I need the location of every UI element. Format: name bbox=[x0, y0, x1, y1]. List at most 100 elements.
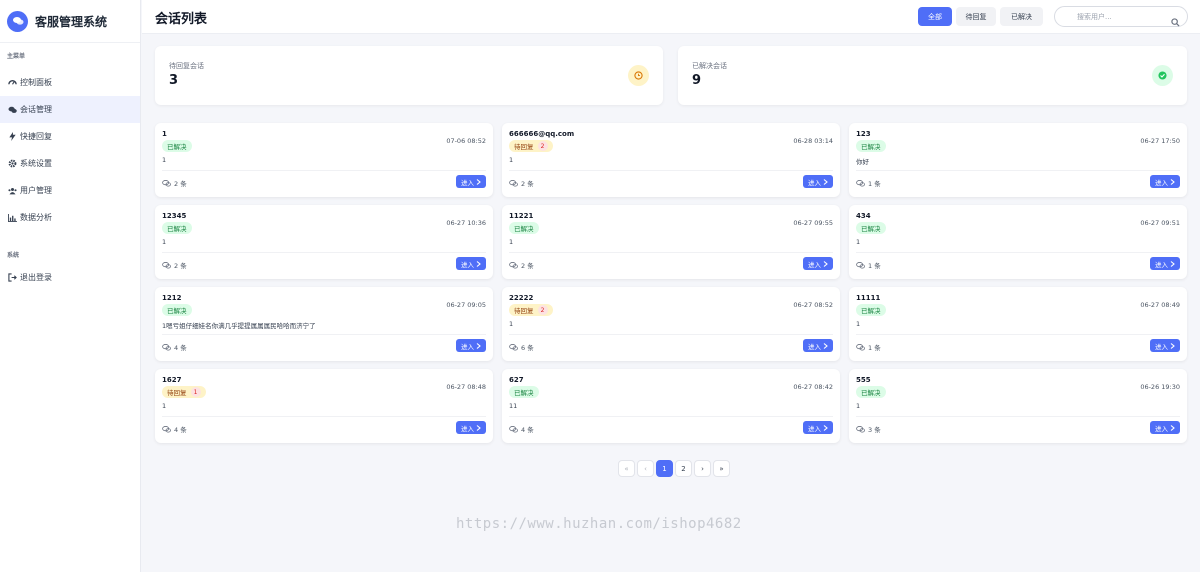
enter-session-button[interactable]: 进入 bbox=[456, 257, 486, 270]
session-card[interactable]: 22222 06-27 08:52 待回复 2 1 6 条 进入 bbox=[502, 287, 840, 361]
sidebar-item-dashboard[interactable]: 控制面板 bbox=[0, 69, 140, 96]
session-card[interactable]: 11111 06-27 08:49 已解决 1 1 条 进入 bbox=[849, 287, 1187, 361]
message-count-icon bbox=[856, 179, 865, 187]
session-card[interactable]: 11221 06-27 09:55 已解决 1 2 条 进入 bbox=[502, 205, 840, 279]
app-title: 客服管理系统 bbox=[35, 14, 108, 29]
enter-session-button[interactable]: 进入 bbox=[1150, 339, 1180, 352]
enter-session-button[interactable]: 进入 bbox=[803, 257, 833, 270]
prev-page-button[interactable]: ‹ bbox=[637, 460, 654, 477]
chevron-right-icon bbox=[1170, 260, 1175, 267]
enter-session-button[interactable]: 进入 bbox=[803, 175, 833, 188]
session-card[interactable]: 434 06-27 09:51 已解决 1 1 条 进入 bbox=[849, 205, 1187, 279]
chevron-right-icon bbox=[823, 424, 828, 431]
enter-session-button[interactable]: 进入 bbox=[1150, 257, 1180, 270]
message-count-text: 1 条 bbox=[868, 180, 881, 188]
last-message: 1 bbox=[162, 402, 167, 410]
enter-session-button[interactable]: 进入 bbox=[1150, 175, 1180, 188]
message-count-text: 6 条 bbox=[521, 344, 534, 352]
main-menu-label: 主菜单 bbox=[7, 53, 26, 60]
message-count-text: 2 条 bbox=[521, 262, 534, 270]
message-count-text: 4 条 bbox=[174, 344, 187, 352]
message-count-icon bbox=[509, 343, 518, 351]
message-count: 2 条 bbox=[509, 260, 534, 270]
enter-session-button[interactable]: 进入 bbox=[803, 421, 833, 434]
message-count-icon bbox=[162, 261, 171, 269]
chevron-right-icon bbox=[476, 424, 481, 431]
enter-label: 进入 bbox=[461, 178, 474, 187]
search-input[interactable]: 搜索用户... bbox=[1054, 6, 1188, 27]
sidebar-item-label: 系统设置 bbox=[20, 159, 52, 168]
message-count-text: 2 条 bbox=[521, 180, 534, 188]
bolt-icon bbox=[8, 132, 17, 141]
session-card[interactable]: 123 06-27 17:50 已解决 你好 1 条 进入 bbox=[849, 123, 1187, 197]
message-count-text: 2 条 bbox=[174, 262, 187, 270]
resolved-stat-label: 已解决会话 bbox=[692, 62, 727, 70]
status-text: 已解决 bbox=[861, 143, 881, 151]
sidebar-item-settings[interactable]: 系统设置 bbox=[0, 150, 140, 177]
last-message: 1 bbox=[509, 320, 514, 328]
session-card[interactable]: 12345 06-27 10:36 已解决 1 2 条 进入 bbox=[155, 205, 493, 279]
enter-session-button[interactable]: 进入 bbox=[456, 175, 486, 188]
session-card[interactable]: 627 06-27 08:42 已解决 11 4 条 进入 bbox=[502, 369, 840, 443]
session-card[interactable]: 666666@qq.com 06-28 03:14 待回复 2 1 2 条 进入 bbox=[502, 123, 840, 197]
system-section-label: 系统 bbox=[7, 252, 20, 259]
sidebar-item-sessions[interactable]: 会话管理 bbox=[0, 96, 140, 123]
first-page-button[interactable]: « bbox=[618, 460, 635, 477]
last-page-button[interactable]: » bbox=[713, 460, 730, 477]
page-2-button[interactable]: 2 bbox=[675, 460, 692, 477]
card-divider bbox=[162, 334, 486, 335]
last-message: 1 bbox=[162, 156, 167, 164]
next-page-button[interactable]: › bbox=[694, 460, 711, 477]
chevron-right-icon bbox=[476, 178, 481, 185]
message-count: 6 条 bbox=[509, 342, 534, 352]
sidebar-item-users[interactable]: 用户管理 bbox=[0, 177, 140, 204]
watermark: https://www.huzhan.com/ishop4682 bbox=[456, 516, 742, 532]
session-user: 1 bbox=[162, 130, 167, 138]
message-count-icon bbox=[162, 179, 171, 187]
message-count-icon bbox=[856, 261, 865, 269]
page-1-button[interactable]: 1 bbox=[656, 460, 673, 477]
search-icon[interactable] bbox=[1171, 12, 1180, 31]
check-circle-icon bbox=[1152, 65, 1173, 86]
session-time: 06-27 08:42 bbox=[793, 383, 833, 391]
card-divider bbox=[509, 334, 833, 335]
enter-session-button[interactable]: 进入 bbox=[1150, 421, 1180, 434]
logout-label: 退出登录 bbox=[20, 273, 52, 282]
card-divider bbox=[162, 170, 486, 171]
enter-session-button[interactable]: 进入 bbox=[803, 339, 833, 352]
session-card[interactable]: 1 07-06 08:52 已解决 1 2 条 进入 bbox=[155, 123, 493, 197]
last-message: 1 bbox=[509, 238, 514, 246]
status-badge: 已解决 bbox=[856, 140, 886, 152]
session-card[interactable]: 555 06-26 19:30 已解决 1 3 条 进入 bbox=[849, 369, 1187, 443]
session-user: 11221 bbox=[509, 212, 534, 220]
message-count: 3 条 bbox=[856, 424, 881, 434]
message-count-text: 3 条 bbox=[868, 426, 881, 434]
message-count: 1 条 bbox=[856, 178, 881, 188]
enter-session-button[interactable]: 进入 bbox=[456, 339, 486, 352]
enter-label: 进入 bbox=[461, 342, 474, 351]
chevron-right-icon bbox=[476, 342, 481, 349]
chat-bubble-logo-icon bbox=[7, 10, 28, 32]
card-divider bbox=[856, 334, 1180, 335]
status-text: 待回复 bbox=[514, 143, 534, 151]
message-count-icon bbox=[509, 425, 518, 433]
page-title: 会话列表 bbox=[155, 12, 208, 27]
filter-resolved-button[interactable]: 已解决 bbox=[1000, 7, 1043, 26]
status-badge: 已解决 bbox=[162, 222, 192, 234]
session-card[interactable]: 1212 06-27 09:05 已解决 1嗯亏姐仔细娃名你满几乎提提属属属民哈哈而济… bbox=[155, 287, 493, 361]
filter-all-button[interactable]: 全部 bbox=[918, 7, 952, 26]
sidebar-item-label: 快捷回复 bbox=[20, 132, 52, 141]
enter-session-button[interactable]: 进入 bbox=[456, 421, 486, 434]
session-user: 12345 bbox=[162, 212, 187, 220]
filter-pending-button[interactable]: 待回复 bbox=[956, 7, 996, 26]
logout-button[interactable]: 退出登录 bbox=[0, 264, 140, 291]
sidebar-item-quick-reply[interactable]: 快捷回复 bbox=[0, 123, 140, 150]
session-time: 06-27 10:36 bbox=[446, 219, 486, 227]
session-user: 666666@qq.com bbox=[509, 130, 575, 138]
status-badge: 已解决 bbox=[162, 304, 192, 316]
session-card[interactable]: 1627 06-27 08:48 待回复 1 1 4 条进入 bbox=[155, 369, 493, 443]
sidebar-item-analytics[interactable]: 数据分析 bbox=[0, 204, 140, 231]
status-text: 已解决 bbox=[167, 143, 187, 151]
message-count-icon bbox=[856, 425, 865, 433]
chevron-right-icon bbox=[1170, 178, 1175, 185]
